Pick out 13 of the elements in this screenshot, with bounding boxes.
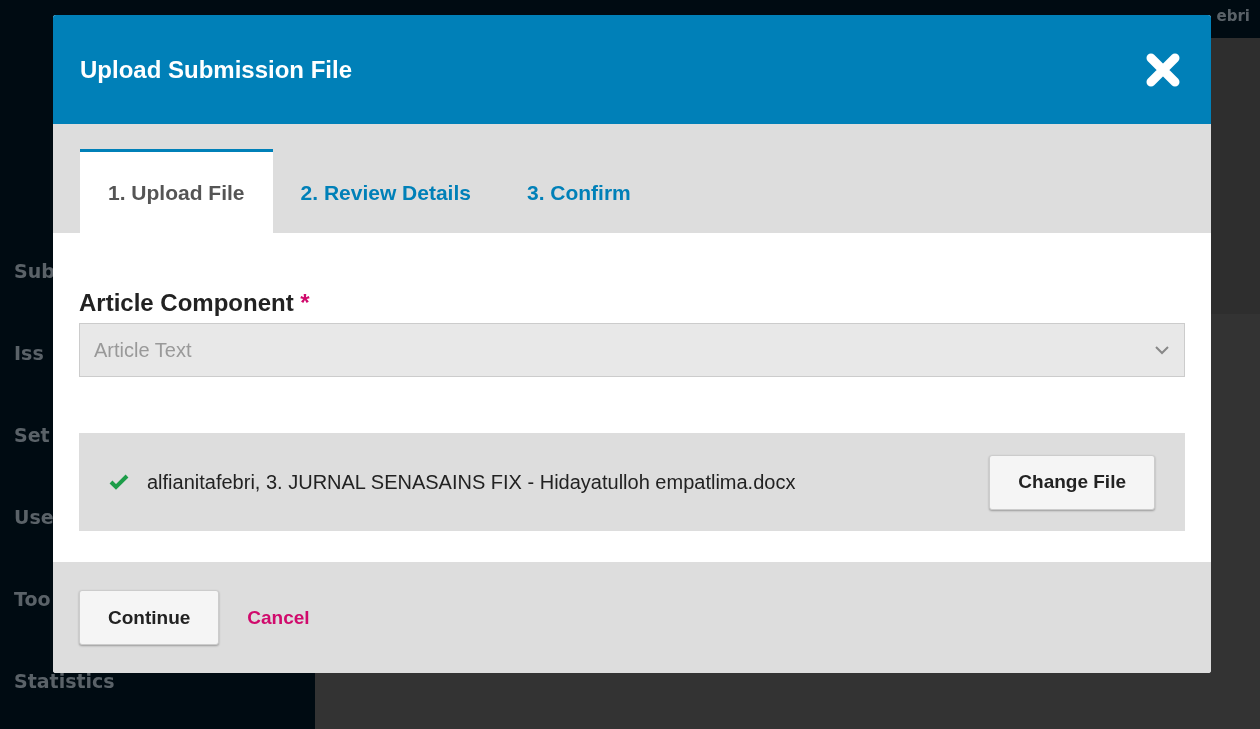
step-tab[interactable]: 3. Confirm xyxy=(498,149,659,233)
change-file-button[interactable]: Change File xyxy=(989,454,1155,510)
sidebar-item[interactable]: Statistics xyxy=(14,670,315,692)
field-label: Article Component * xyxy=(79,289,311,317)
continue-button[interactable]: Continue xyxy=(79,590,220,645)
component-select[interactable]: Article Text xyxy=(79,323,1185,377)
cancel-link[interactable]: Cancel xyxy=(247,606,310,629)
step-tab[interactable]: 1. Upload File xyxy=(80,149,273,233)
user-menu[interactable]: ebri xyxy=(1216,7,1250,25)
dialog-title: Upload Submission File xyxy=(80,55,353,84)
file-name: alfianitafebri, 3. JURNAL SENASAINS FIX - Hidayatulloh empatlima.docx xyxy=(147,470,797,494)
step-tab[interactable]: 2. Review Details xyxy=(272,149,499,233)
chevron-down-icon xyxy=(1154,345,1170,355)
